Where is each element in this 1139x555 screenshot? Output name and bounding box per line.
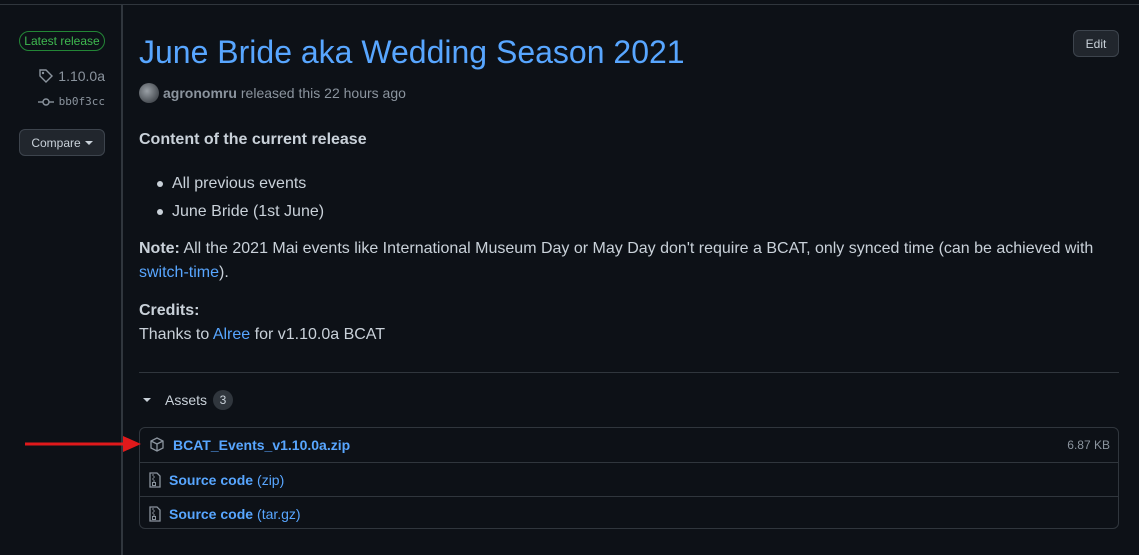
note-text: All the 2021 Mai events like Internation… (179, 240, 1094, 257)
release-title[interactable]: June Bride aka Wedding Season 2021 (139, 34, 685, 71)
release-commit[interactable]: bb0f3cc (37, 95, 105, 108)
asset-ext[interactable]: (zip) (257, 472, 284, 488)
note-paragraph: Note: All the 2021 Mai events like Inter… (139, 237, 1114, 285)
chevron-down-icon (84, 140, 93, 145)
top-border (0, 4, 1139, 5)
release-byline: agronomru released this 22 hours ago (139, 83, 406, 103)
switch-time-link[interactable]: switch-time (139, 264, 219, 281)
list-item: All previous events (157, 170, 324, 198)
assets-count-badge: 3 (213, 390, 234, 410)
asset-ext[interactable]: (tar.gz) (257, 506, 301, 522)
latest-release-badge: Latest release (19, 31, 105, 51)
asset-row[interactable]: BCAT_Events_v1.10.0a.zip 6.87 KB (140, 428, 1118, 462)
credits-heading: Credits: (139, 302, 200, 319)
commit-sha: bb0f3cc (58, 95, 105, 108)
release-items-list: All previous events June Bride (1st June… (157, 170, 324, 226)
triangle-down-icon (143, 398, 151, 402)
credits-suffix: for v1.10.0a BCAT (250, 326, 386, 343)
sidebar-divider (121, 4, 123, 555)
red-arrow-annotation (25, 436, 141, 452)
asset-size: 6.87 KB (1067, 438, 1110, 452)
content-heading: Content of the current release (139, 131, 367, 148)
asset-name[interactable]: Source code (169, 506, 253, 522)
asset-row[interactable]: Source code (zip) (140, 462, 1118, 496)
divider (139, 372, 1119, 373)
tag-icon (39, 69, 54, 83)
asset-name[interactable]: Source code (169, 472, 253, 488)
alree-link[interactable]: Alree (213, 326, 250, 343)
git-commit-icon (37, 97, 54, 106)
package-icon (150, 437, 164, 452)
list-item: June Bride (1st June) (157, 198, 324, 226)
compare-label: Compare (31, 135, 81, 150)
asset-name[interactable]: BCAT_Events_v1.10.0a.zip (173, 437, 350, 453)
released-time: released this 22 hours ago (240, 85, 406, 101)
asset-row[interactable]: Source code (tar.gz) (140, 496, 1118, 530)
note-label: Note: (139, 240, 180, 257)
edit-button[interactable]: Edit (1073, 30, 1119, 57)
avatar[interactable] (139, 83, 159, 103)
assets-toggle[interactable]: Assets 3 (143, 390, 234, 410)
credits-prefix: Thanks to (139, 326, 213, 343)
file-zip-icon (149, 471, 161, 488)
file-zip-icon (149, 505, 161, 522)
credits-text: Thanks to Alree for v1.10.0a BCAT (139, 326, 385, 344)
compare-button[interactable]: Compare (19, 129, 105, 156)
assets-heading: Assets (165, 392, 208, 408)
note-end: ). (219, 264, 229, 281)
author-link[interactable]: agronomru (163, 85, 237, 101)
assets-list: BCAT_Events_v1.10.0a.zip 6.87 KB Source … (139, 427, 1119, 529)
release-tag[interactable]: 1.10.0a (38, 68, 105, 84)
tag-label: 1.10.0a (58, 68, 105, 84)
